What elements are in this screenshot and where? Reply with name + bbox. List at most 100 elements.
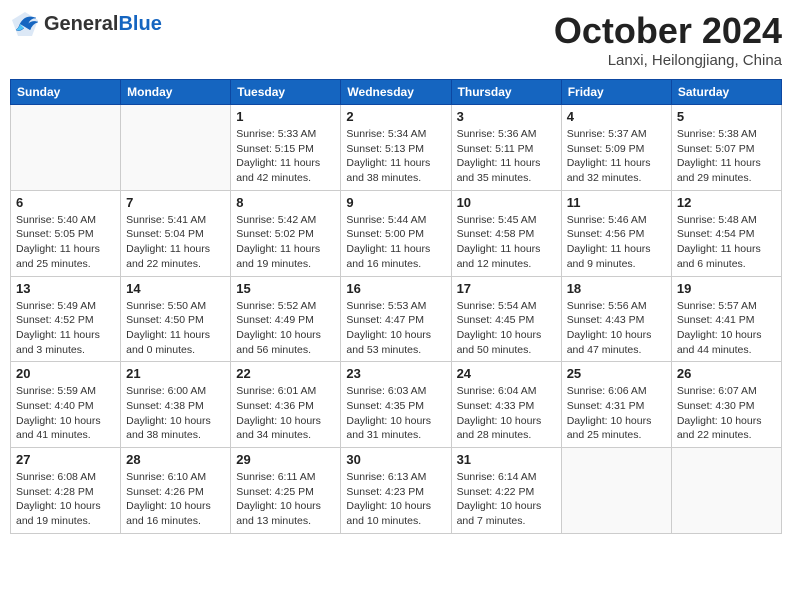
calendar-cell: 26Sunrise: 6:07 AM Sunset: 4:30 PM Dayli… (671, 362, 781, 448)
day-number: 22 (236, 366, 335, 381)
day-number: 2 (346, 109, 445, 124)
calendar-cell: 22 Sunrise: 6:01 AM Sunset: 4:36 PM Dayli… (231, 362, 341, 448)
calendar-cell: 3 Sunrise: 5:36 AM Sunset: 5:11 PM Daylig… (451, 105, 561, 191)
calendar-cell: 25Sunrise: 6:06 AM Sunset: 4:31 PM Dayli… (561, 362, 671, 448)
day-number: 12 (677, 195, 776, 210)
logo-text-block: GeneralBlue (44, 13, 162, 35)
day-number: 28 (126, 452, 225, 467)
calendar-cell: 4 Sunrise: 5:37 AM Sunset: 5:09 PM Daylig… (561, 105, 671, 191)
calendar-cell: 31 Sunrise: 6:14 AM Sunset: 4:22 PM Dayli… (451, 448, 561, 534)
day-number: 29 (236, 452, 335, 467)
calendar-cell: 17 Sunrise: 5:54 AM Sunset: 4:45 PM Dayli… (451, 276, 561, 362)
day-number: 1 (236, 109, 335, 124)
calendar-cell: 21 Sunrise: 6:00 AM Sunset: 4:38 PM Dayli… (121, 362, 231, 448)
weekday-header-friday: Friday (561, 80, 671, 105)
day-info: Sunrise: 5:42 AM Sunset: 5:02 PM Dayligh… (236, 213, 335, 272)
calendar-week-1: 1 Sunrise: 5:33 AM Sunset: 5:15 PM Daylig… (11, 105, 782, 191)
day-number: 16 (346, 281, 445, 296)
day-info: Sunrise: 6:11 AM Sunset: 4:25 PM Dayligh… (236, 470, 335, 529)
calendar-week-4: 20Sunrise: 5:59 AM Sunset: 4:40 PM Dayli… (11, 362, 782, 448)
day-info: Sunrise: 5:48 AM Sunset: 4:54 PM Dayligh… (677, 213, 776, 272)
day-number: 6 (16, 195, 115, 210)
calendar-cell: 9 Sunrise: 5:44 AM Sunset: 5:00 PM Daylig… (341, 190, 451, 276)
calendar-week-5: 27 Sunrise: 6:08 AM Sunset: 4:28 PM Dayli… (11, 448, 782, 534)
calendar-cell: 30 Sunrise: 6:13 AM Sunset: 4:23 PM Dayli… (341, 448, 451, 534)
calendar-table: SundayMondayTuesdayWednesdayThursdayFrid… (10, 79, 782, 534)
day-info: Sunrise: 5:33 AM Sunset: 5:15 PM Dayligh… (236, 127, 335, 186)
day-number: 30 (346, 452, 445, 467)
calendar-cell (671, 448, 781, 534)
day-info: Sunrise: 5:37 AM Sunset: 5:09 PM Dayligh… (567, 127, 666, 186)
weekday-header-wednesday: Wednesday (341, 80, 451, 105)
logo-blue: Blue (118, 13, 161, 35)
calendar-cell: 7 Sunrise: 5:41 AM Sunset: 5:04 PM Daylig… (121, 190, 231, 276)
day-info: Sunrise: 5:36 AM Sunset: 5:11 PM Dayligh… (457, 127, 556, 186)
calendar-cell: 14 Sunrise: 5:50 AM Sunset: 4:50 PM Dayli… (121, 276, 231, 362)
day-info: Sunrise: 5:50 AM Sunset: 4:50 PM Dayligh… (126, 299, 225, 358)
weekday-header-tuesday: Tuesday (231, 80, 341, 105)
calendar-cell: 8 Sunrise: 5:42 AM Sunset: 5:02 PM Daylig… (231, 190, 341, 276)
day-number: 27 (16, 452, 115, 467)
location: Lanxi, Heilongjiang, China (554, 52, 782, 69)
day-number: 15 (236, 281, 335, 296)
day-number: 23 (346, 366, 445, 381)
calendar-cell: 23Sunrise: 6:03 AM Sunset: 4:35 PM Dayli… (341, 362, 451, 448)
calendar-cell: 11Sunrise: 5:46 AM Sunset: 4:56 PM Dayli… (561, 190, 671, 276)
day-number: 4 (567, 109, 666, 124)
day-info: Sunrise: 5:59 AM Sunset: 4:40 PM Dayligh… (16, 384, 115, 443)
day-info: Sunrise: 6:01 AM Sunset: 4:36 PM Dayligh… (236, 384, 335, 443)
day-info: Sunrise: 5:38 AM Sunset: 5:07 PM Dayligh… (677, 127, 776, 186)
day-number: 9 (346, 195, 445, 210)
weekday-header-monday: Monday (121, 80, 231, 105)
day-info: Sunrise: 5:34 AM Sunset: 5:13 PM Dayligh… (346, 127, 445, 186)
day-number: 8 (236, 195, 335, 210)
day-number: 24 (457, 366, 556, 381)
calendar-cell: 2 Sunrise: 5:34 AM Sunset: 5:13 PM Daylig… (341, 105, 451, 191)
calendar-cell: 12 Sunrise: 5:48 AM Sunset: 4:54 PM Dayli… (671, 190, 781, 276)
weekday-header-sunday: Sunday (11, 80, 121, 105)
day-info: Sunrise: 6:13 AM Sunset: 4:23 PM Dayligh… (346, 470, 445, 529)
title-block: October 2024 Lanxi, Heilongjiang, China (554, 10, 782, 69)
calendar-cell: 20Sunrise: 5:59 AM Sunset: 4:40 PM Dayli… (11, 362, 121, 448)
day-number: 5 (677, 109, 776, 124)
day-number: 14 (126, 281, 225, 296)
day-number: 19 (677, 281, 776, 296)
day-info: Sunrise: 5:56 AM Sunset: 4:43 PM Dayligh… (567, 299, 666, 358)
day-number: 11 (567, 195, 666, 210)
month-title: October 2024 (554, 10, 782, 52)
calendar-cell: 29 Sunrise: 6:11 AM Sunset: 4:25 PM Dayli… (231, 448, 341, 534)
day-info: Sunrise: 6:08 AM Sunset: 4:28 PM Dayligh… (16, 470, 115, 529)
calendar-week-2: 6Sunrise: 5:40 AM Sunset: 5:05 PM Daylig… (11, 190, 782, 276)
day-info: Sunrise: 6:06 AM Sunset: 4:31 PM Dayligh… (567, 384, 666, 443)
day-info: Sunrise: 5:54 AM Sunset: 4:45 PM Dayligh… (457, 299, 556, 358)
day-number: 10 (457, 195, 556, 210)
day-info: Sunrise: 5:41 AM Sunset: 5:04 PM Dayligh… (126, 213, 225, 272)
page-header: GeneralBlue October 2024 Lanxi, Heilongj… (10, 10, 782, 69)
calendar-cell: 6Sunrise: 5:40 AM Sunset: 5:05 PM Daylig… (11, 190, 121, 276)
logo-general: General (44, 13, 118, 35)
day-info: Sunrise: 5:52 AM Sunset: 4:49 PM Dayligh… (236, 299, 335, 358)
calendar-cell: 15 Sunrise: 5:52 AM Sunset: 4:49 PM Dayli… (231, 276, 341, 362)
calendar-week-3: 13Sunrise: 5:49 AM Sunset: 4:52 PM Dayli… (11, 276, 782, 362)
day-number: 7 (126, 195, 225, 210)
weekday-header-saturday: Saturday (671, 80, 781, 105)
day-number: 21 (126, 366, 225, 381)
weekday-header-thursday: Thursday (451, 80, 561, 105)
logo: GeneralBlue (10, 10, 162, 38)
day-number: 3 (457, 109, 556, 124)
day-number: 31 (457, 452, 556, 467)
day-info: Sunrise: 5:53 AM Sunset: 4:47 PM Dayligh… (346, 299, 445, 358)
day-info: Sunrise: 5:44 AM Sunset: 5:00 PM Dayligh… (346, 213, 445, 272)
day-info: Sunrise: 6:14 AM Sunset: 4:22 PM Dayligh… (457, 470, 556, 529)
day-number: 17 (457, 281, 556, 296)
calendar-cell: 1 Sunrise: 5:33 AM Sunset: 5:15 PM Daylig… (231, 105, 341, 191)
calendar-cell (11, 105, 121, 191)
day-info: Sunrise: 5:49 AM Sunset: 4:52 PM Dayligh… (16, 299, 115, 358)
calendar-cell: 10Sunrise: 5:45 AM Sunset: 4:58 PM Dayli… (451, 190, 561, 276)
calendar-cell: 13Sunrise: 5:49 AM Sunset: 4:52 PM Dayli… (11, 276, 121, 362)
calendar-cell: 28Sunrise: 6:10 AM Sunset: 4:26 PM Dayli… (121, 448, 231, 534)
day-info: Sunrise: 6:00 AM Sunset: 4:38 PM Dayligh… (126, 384, 225, 443)
calendar-cell: 16 Sunrise: 5:53 AM Sunset: 4:47 PM Dayli… (341, 276, 451, 362)
day-number: 18 (567, 281, 666, 296)
logo-icon (10, 10, 40, 38)
